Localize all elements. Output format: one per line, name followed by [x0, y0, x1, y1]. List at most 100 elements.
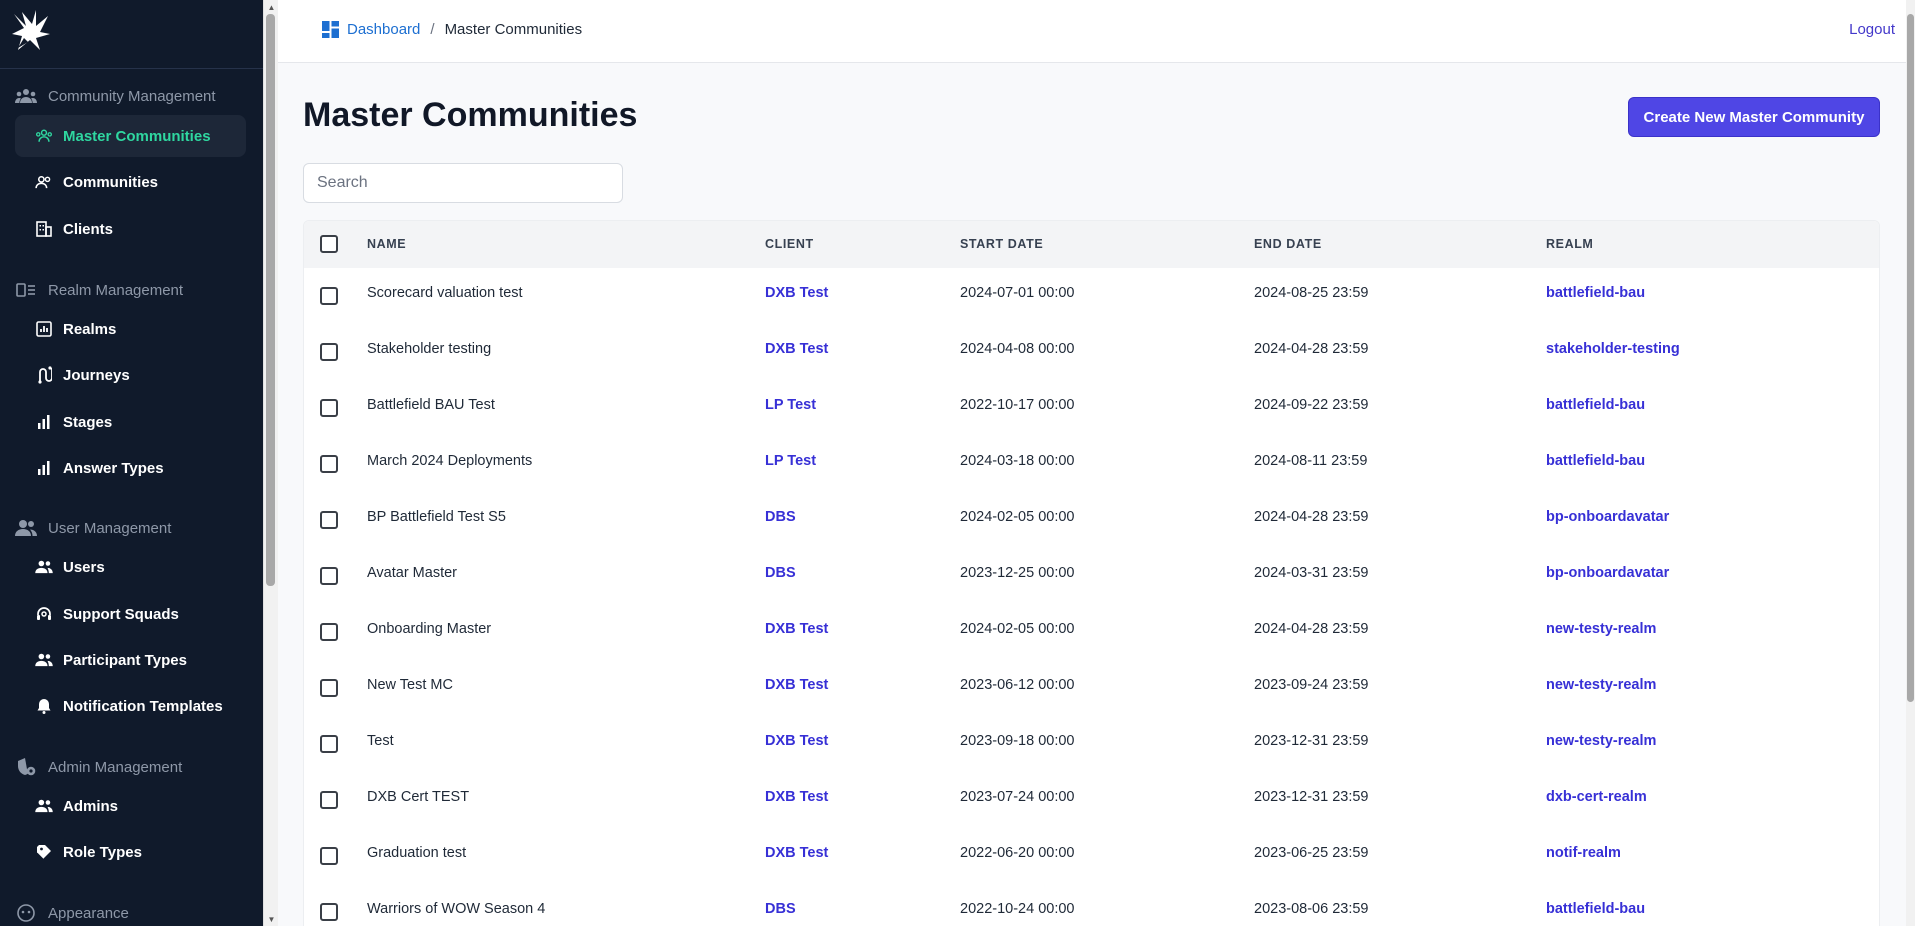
sidebar-item-label: Master Communities — [63, 127, 211, 145]
sidebar-item-label: Admins — [63, 797, 119, 815]
sidebar-item-label: Realms — [63, 320, 117, 338]
cell-client-link[interactable]: LP Test — [765, 453, 816, 469]
cell-start-date: 2022-10-24 00:00 — [960, 901, 1075, 917]
scroll-down-arrow-icon[interactable]: ▼ — [264, 912, 279, 926]
master-communities-table: NAME CLIENT START DATE END DATE REALM Sc… — [303, 220, 1880, 926]
cell-end-date: 2023-08-06 23:59 — [1254, 901, 1369, 917]
cell-client-link[interactable]: DXB Test — [765, 285, 828, 301]
page-scroll-thumb[interactable] — [1907, 14, 1914, 702]
row-checkbox[interactable] — [320, 903, 338, 921]
sidebar-item-realms[interactable]: Realms — [15, 308, 246, 350]
bar-chart-icon — [35, 413, 53, 431]
cell-client-link[interactable]: DBS — [765, 901, 796, 917]
route-icon — [35, 366, 53, 384]
cell-realm-link[interactable]: dxb-cert-realm — [1546, 789, 1647, 805]
cell-name: March 2024 Deployments — [367, 453, 533, 469]
sidebar-item-notification-templates[interactable]: Notification Templates — [15, 685, 246, 727]
table-row[interactable]: BP Battlefield Test S5 DBS 2024-02-05 00:0… — [304, 492, 1879, 548]
chart-box-icon — [35, 320, 53, 338]
cell-client-link[interactable]: DXB Test — [765, 789, 828, 805]
cell-client-link[interactable]: DXB Test — [765, 621, 828, 637]
select-all-checkbox[interactable] — [320, 235, 338, 253]
section-label: Realm Management — [48, 281, 184, 299]
cell-realm-link[interactable]: bp-onboardavatar — [1546, 509, 1669, 525]
table-row[interactable]: Battlefield BAU Test LP Test 2022-10-17 00… — [304, 380, 1879, 436]
cell-realm-link[interactable]: new-testy-realm — [1546, 677, 1656, 693]
cell-client-link[interactable]: DXB Test — [765, 733, 828, 749]
cell-end-date: 2024-04-28 23:59 — [1254, 621, 1369, 637]
column-header-client[interactable]: CLIENT — [765, 237, 814, 251]
table-row[interactable]: Test DXB Test 2023-09-18 00:00 2023-12-31 2… — [304, 716, 1879, 772]
headset-icon — [35, 605, 53, 623]
section-appearance[interactable]: Appearance — [14, 903, 129, 923]
cell-client-link[interactable]: DBS — [765, 509, 796, 525]
cell-realm-link[interactable]: battlefield-bau — [1546, 453, 1645, 469]
breadcrumb: Dashboard / Master Communities — [322, 21, 582, 38]
row-checkbox[interactable] — [320, 567, 338, 585]
sidebar-item-role-types[interactable]: Role Types — [15, 831, 246, 873]
sidebar-item-admins[interactable]: Admins — [15, 785, 246, 827]
cell-realm-link[interactable]: bp-onboardavatar — [1546, 565, 1669, 581]
sidebar-item-participant-types[interactable]: Participant Types — [15, 639, 246, 681]
logout-link[interactable]: Logout — [1849, 21, 1895, 38]
cell-realm-link[interactable]: battlefield-bau — [1546, 397, 1645, 413]
sidebar-item-journeys[interactable]: Journeys — [15, 354, 246, 396]
table-row[interactable]: New Test MC DXB Test 2023-06-12 00:00 2023-… — [304, 660, 1879, 716]
sidebar-item-communities[interactable]: Communities — [15, 161, 246, 203]
table-row[interactable]: Graduation test DXB Test 2022-06-20 00:00 2… — [304, 828, 1879, 884]
row-checkbox[interactable] — [320, 455, 338, 473]
sidebar-item-users[interactable]: Users — [15, 546, 246, 588]
cell-name: Scorecard valuation test — [367, 285, 523, 301]
row-checkbox[interactable] — [320, 343, 338, 361]
row-checkbox[interactable] — [320, 679, 338, 697]
sidebar-item-support-squads[interactable]: Support Squads — [15, 593, 246, 635]
cell-realm-link[interactable]: stakeholder-testing — [1546, 341, 1680, 357]
row-checkbox[interactable] — [320, 791, 338, 809]
table-row[interactable]: Scorecard valuation test DXB Test 2024-07-… — [304, 268, 1879, 324]
row-checkbox[interactable] — [320, 735, 338, 753]
cell-realm-link[interactable]: new-testy-realm — [1546, 733, 1656, 749]
cell-client-link[interactable]: DBS — [765, 565, 796, 581]
sidebar: Community Management Master Communities … — [0, 0, 263, 926]
cell-realm-link[interactable]: notif-realm — [1546, 845, 1621, 861]
table-row[interactable]: Avatar Master DBS 2023-12-25 00:00 2024-03-… — [304, 548, 1879, 604]
sidebar-item-clients[interactable]: Clients — [15, 208, 246, 250]
community-icon — [14, 86, 38, 106]
column-header-start-date[interactable]: START DATE — [960, 237, 1043, 251]
row-checkbox[interactable] — [320, 623, 338, 641]
cell-client-link[interactable]: DXB Test — [765, 677, 828, 693]
scroll-up-arrow-icon[interactable]: ▲ — [264, 0, 279, 14]
brand-logo-icon[interactable] — [10, 8, 52, 52]
sidebar-item-stages[interactable]: Stages — [15, 401, 246, 443]
breadcrumb-dashboard-link[interactable]: Dashboard — [322, 21, 420, 38]
column-header-realm[interactable]: REALM — [1546, 237, 1593, 251]
row-checkbox[interactable] — [320, 511, 338, 529]
cell-name: Stakeholder testing — [367, 341, 492, 357]
cell-start-date: 2024-04-08 00:00 — [960, 341, 1075, 357]
table-row[interactable]: Stakeholder testing DXB Test 2024-04-08 00… — [304, 324, 1879, 380]
create-master-community-button[interactable]: Create New Master Community — [1628, 97, 1880, 137]
row-checkbox[interactable] — [320, 847, 338, 865]
cell-client-link[interactable]: DXB Test — [765, 341, 828, 357]
cell-client-link[interactable]: LP Test — [765, 397, 816, 413]
cell-client-link[interactable]: DXB Test — [765, 845, 828, 861]
cell-realm-link[interactable]: battlefield-bau — [1546, 901, 1645, 917]
cell-realm-link[interactable]: new-testy-realm — [1546, 621, 1656, 637]
column-header-name[interactable]: NAME — [367, 237, 406, 251]
cell-start-date: 2023-06-12 00:00 — [960, 677, 1075, 693]
cell-realm-link[interactable]: battlefield-bau — [1546, 285, 1645, 301]
search-input[interactable] — [303, 163, 623, 203]
table-row[interactable]: March 2024 Deployments LP Test 2024-03-18 … — [304, 436, 1879, 492]
table-row[interactable]: Warriors of WOW Season 4 DBS 2022-10-24 00… — [304, 884, 1879, 926]
cell-end-date: 2024-04-28 23:59 — [1254, 341, 1369, 357]
sidebar-item-master-communities[interactable]: Master Communities — [15, 115, 246, 157]
section-label: User Management — [48, 519, 172, 537]
row-checkbox[interactable] — [320, 287, 338, 305]
sidebar-item-answer-types[interactable]: Answer Types — [15, 447, 246, 489]
table-row[interactable]: DXB Cert TEST DXB Test 2023-07-24 00:00 202… — [304, 772, 1879, 828]
cell-end-date: 2024-08-25 23:59 — [1254, 285, 1369, 301]
column-header-end-date[interactable]: END DATE — [1254, 237, 1322, 251]
table-row[interactable]: Onboarding Master DXB Test 2024-02-05 00:0… — [304, 604, 1879, 660]
row-checkbox[interactable] — [320, 399, 338, 417]
sidebar-scroll-thumb[interactable] — [266, 14, 275, 586]
